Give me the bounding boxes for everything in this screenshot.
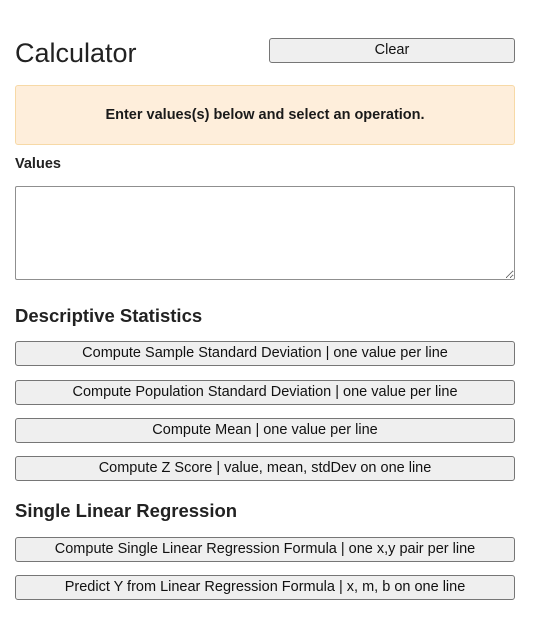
values-label: Values xyxy=(15,156,61,172)
descriptive-statistics-heading: Descriptive Statistics xyxy=(15,305,203,326)
linear-regression-heading: Single Linear Regression xyxy=(15,500,238,521)
z-score-button[interactable]: Compute Z Score | value, mean, stdDev on… xyxy=(15,456,515,481)
regression-formula-button[interactable]: Compute Single Linear Regression Formula… xyxy=(15,537,515,562)
values-input[interactable] xyxy=(15,186,515,280)
header: Calculator Clear xyxy=(15,36,515,70)
clear-button[interactable]: Clear xyxy=(269,38,515,63)
predict-y-button[interactable]: Predict Y from Linear Regression Formula… xyxy=(15,575,515,600)
population-std-dev-button[interactable]: Compute Population Standard Deviation | … xyxy=(15,380,515,405)
instruction-notice: Enter values(s) below and select an oper… xyxy=(15,85,515,145)
page-title: Calculator xyxy=(15,38,137,68)
mean-button[interactable]: Compute Mean | one value per line xyxy=(15,418,515,443)
sample-std-dev-button[interactable]: Compute Sample Standard Deviation | one … xyxy=(15,341,515,366)
